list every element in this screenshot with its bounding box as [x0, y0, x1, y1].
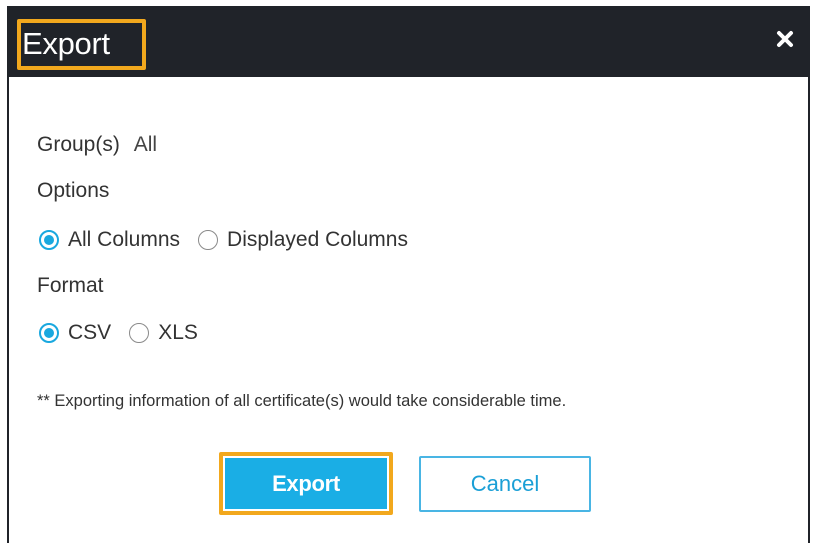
format-csv[interactable]: CSV — [39, 319, 111, 347]
groups-row: Group(s) All — [37, 131, 157, 159]
radio-all-columns[interactable] — [39, 230, 59, 250]
dialog-title: Export — [22, 26, 110, 61]
options-radio-group: All Columns Displayed Columns — [39, 226, 426, 254]
option-displayed-columns[interactable]: Displayed Columns — [198, 226, 408, 254]
groups-label: Group(s) — [37, 133, 120, 156]
radio-csv[interactable] — [39, 323, 59, 343]
cancel-button[interactable]: Cancel — [419, 456, 591, 512]
format-label: Format — [37, 274, 104, 297]
export-button[interactable]: Export — [225, 458, 387, 509]
export-time-note: ** Exporting information of all certific… — [37, 392, 567, 410]
format-radio-group: CSV XLS — [39, 319, 216, 347]
format-xls-label: XLS — [158, 321, 198, 344]
option-displayed-columns-label: Displayed Columns — [227, 228, 408, 251]
groups-value: All — [133, 133, 158, 156]
option-all-columns-label: All Columns — [68, 228, 181, 251]
option-all-columns[interactable]: All Columns — [39, 226, 180, 254]
format-csv-label: CSV — [68, 321, 112, 344]
format-xls[interactable]: XLS — [129, 319, 198, 347]
radio-xls[interactable] — [129, 323, 150, 343]
options-label: Options — [37, 179, 110, 202]
export-dialog: Export Group(s) All Options All Columns … — [7, 6, 810, 543]
close-icon[interactable] — [774, 28, 796, 50]
radio-displayed-columns[interactable] — [198, 230, 219, 250]
dialog-titlebar: Export — [9, 6, 808, 77]
